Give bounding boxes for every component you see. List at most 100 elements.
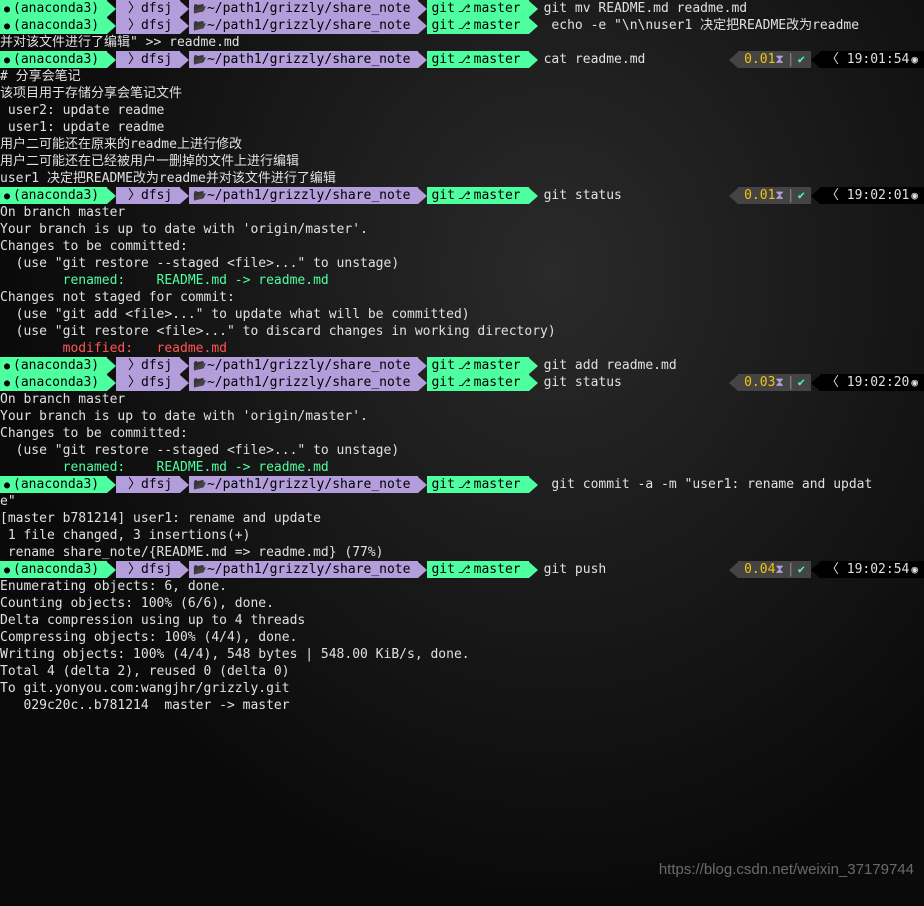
check-icon <box>798 51 805 68</box>
output-line: Delta compression using up to 4 threads <box>0 612 924 629</box>
prompt-line[interactable]: (anaconda3) 〉dfsj ~/path1/grizzly/share_… <box>0 51 924 68</box>
arrow-icon <box>107 188 116 204</box>
arrow-icon <box>529 375 538 391</box>
arrow-icon <box>107 375 116 391</box>
git-segment: gitmaster <box>427 561 528 578</box>
output-line-renamed: renamed: README.md -> readme.md <box>0 459 924 476</box>
arrow-icon <box>107 477 116 493</box>
branch-icon <box>455 51 474 68</box>
prompt-line[interactable]: (anaconda3) 〉dfsj ~/path1/grizzly/share_… <box>0 374 924 391</box>
right-status: 0.01 |〈 19:02:01 <box>729 187 924 204</box>
right-status: 0.03 |〈 19:02:20 <box>729 374 924 391</box>
arrow-icon <box>180 562 189 578</box>
path-segment: ~/path1/grizzly/share_note <box>189 187 418 204</box>
folder-icon <box>193 374 207 391</box>
prompt-line[interactable]: (anaconda3) 〉dfsj ~/path1/grizzly/share_… <box>0 0 924 17</box>
arrow-icon <box>107 52 116 68</box>
output-line-modified: modified: readme.md <box>0 340 924 357</box>
command-wrap: 并对该文件进行了编辑" >> readme.md <box>0 34 924 51</box>
larrow-icon <box>729 375 738 391</box>
prompt-line[interactable]: (anaconda3) 〉dfsj ~/path1/grizzly/share_… <box>0 561 924 578</box>
arrow-icon <box>107 18 116 34</box>
arrow-icon <box>180 358 189 374</box>
output-line: On branch master <box>0 204 924 221</box>
git-segment: gitmaster <box>427 187 528 204</box>
check-icon <box>798 187 805 204</box>
arrow-icon <box>529 18 538 34</box>
arrow-icon <box>107 562 116 578</box>
env-segment: (anaconda3) <box>0 357 107 374</box>
larrow-icon <box>729 562 738 578</box>
branch-icon <box>455 187 474 204</box>
output-line: On branch master <box>0 391 924 408</box>
arrow-icon <box>418 375 427 391</box>
check-icon <box>798 374 805 391</box>
git-segment: gitmaster <box>427 357 528 374</box>
clock-icon <box>909 51 918 68</box>
clock-icon <box>909 374 918 391</box>
hourglass-icon <box>775 187 783 204</box>
output-line: Your branch is up to date with 'origin/m… <box>0 408 924 425</box>
user-segment: 〉dfsj <box>116 476 180 493</box>
output-line: Changes to be committed: <box>0 238 924 255</box>
command-text: cat readme.md <box>544 51 646 68</box>
output-line: rename share_note/{README.md => readme.m… <box>0 544 924 561</box>
arrow-icon <box>180 375 189 391</box>
output-line: Changes not staged for commit: <box>0 289 924 306</box>
output-line: 用户二可能还在原来的readme上进行修改 <box>0 136 924 153</box>
env-icon <box>4 374 13 392</box>
env-segment: (anaconda3) <box>0 187 107 204</box>
path-segment: ~/path1/grizzly/share_note <box>189 374 418 391</box>
arrow-icon <box>180 477 189 493</box>
user-segment: 〉dfsj <box>116 0 180 17</box>
output-line: 1 file changed, 3 insertions(+) <box>0 527 924 544</box>
env-icon <box>4 476 13 494</box>
command-text: echo -e "\n\nuser1 决定把README改为readme <box>544 17 859 34</box>
user-segment: 〉dfsj <box>116 17 180 34</box>
output-line: Your branch is up to date with 'origin/m… <box>0 221 924 238</box>
command-text: git push <box>544 561 607 578</box>
output-line: (use "git add <file>..." to update what … <box>0 306 924 323</box>
user-segment: 〉dfsj <box>116 374 180 391</box>
user-segment: 〉dfsj <box>116 561 180 578</box>
env-icon <box>4 187 13 205</box>
folder-icon <box>193 51 207 68</box>
command-text: git status <box>544 187 622 204</box>
right-status: 0.01 |〈 19:01:54 <box>729 51 924 68</box>
env-icon <box>4 17 13 35</box>
command-text: git add readme.md <box>544 357 677 374</box>
env-segment: (anaconda3) <box>0 0 107 17</box>
path-segment: ~/path1/grizzly/share_note <box>189 51 418 68</box>
larrow-icon <box>729 188 738 204</box>
output-line: user1 决定把README改为readme并对该文件进行了编辑 <box>0 170 924 187</box>
arrow-icon <box>529 358 538 374</box>
output-line: (use "git restore <file>..." to discard … <box>0 323 924 340</box>
arrow-icon <box>418 358 427 374</box>
env-icon <box>4 561 13 579</box>
output-line: [master b781214] user1: rename and updat… <box>0 510 924 527</box>
output-line: 029c20c..b781214 master -> master <box>0 697 924 714</box>
env-segment: (anaconda3) <box>0 51 107 68</box>
folder-icon <box>193 476 207 493</box>
arrow-icon <box>418 562 427 578</box>
arrow-icon <box>529 562 538 578</box>
hourglass-icon <box>775 561 783 578</box>
branch-icon <box>455 17 474 34</box>
env-segment: (anaconda3) <box>0 561 107 578</box>
prompt-line[interactable]: (anaconda3) 〉dfsj ~/path1/grizzly/share_… <box>0 357 924 374</box>
larrow-icon <box>811 188 820 204</box>
output-line: 该项目用于存储分享会笔记文件 <box>0 85 924 102</box>
git-segment: gitmaster <box>427 374 528 391</box>
prompt-line[interactable]: (anaconda3) 〉dfsj ~/path1/grizzly/share_… <box>0 17 924 34</box>
path-segment: ~/path1/grizzly/share_note <box>189 357 418 374</box>
check-icon <box>798 561 805 578</box>
arrow-icon <box>180 188 189 204</box>
prompt-line[interactable]: (anaconda3) 〉dfsj ~/path1/grizzly/share_… <box>0 476 924 493</box>
command-wrap: e" <box>0 493 924 510</box>
output-line: Writing objects: 100% (4/4), 548 bytes |… <box>0 646 924 663</box>
folder-icon <box>193 187 207 204</box>
user-segment: 〉dfsj <box>116 51 180 68</box>
prompt-line[interactable]: (anaconda3) 〉dfsj ~/path1/grizzly/share_… <box>0 187 924 204</box>
clock-icon <box>909 187 918 204</box>
path-segment: ~/path1/grizzly/share_note <box>189 0 418 17</box>
